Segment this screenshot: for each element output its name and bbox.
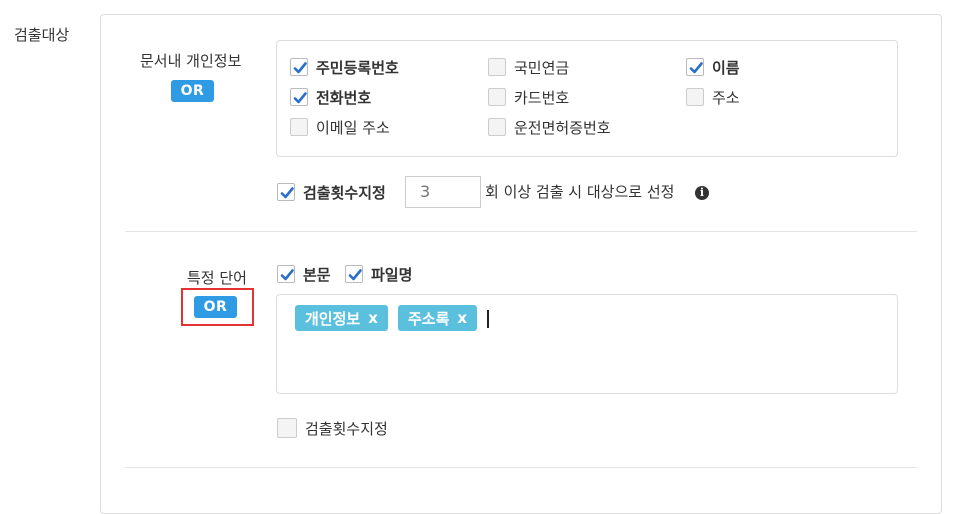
checkbox-label: 이름 — [712, 58, 740, 77]
checkbox-box[interactable] — [686, 88, 704, 106]
tag-remove-button[interactable]: x — [457, 309, 467, 327]
tag-remove-button[interactable]: x — [368, 309, 378, 327]
checkbox-label: 운전면허증번호 — [514, 118, 611, 137]
checkbox-detection-count-words[interactable]: 검출횟수지정 — [277, 418, 388, 438]
checkbox-box[interactable] — [290, 58, 308, 76]
checkbox-box[interactable] — [290, 118, 308, 136]
checkbox-driver-license[interactable]: 운전면허증번호 — [488, 117, 611, 137]
checkbox-email[interactable]: 이메일 주소 — [290, 117, 390, 137]
checkmark-icon — [293, 92, 307, 104]
checkbox-label: 파일명 — [371, 265, 413, 284]
detection-count-input[interactable]: 3 — [405, 176, 481, 208]
keyword-tag-label: 개인정보 — [305, 309, 361, 328]
checkbox-label: 본문 — [303, 265, 331, 284]
checkbox-box[interactable] — [345, 265, 363, 283]
section-divider — [125, 231, 917, 232]
section-divider — [125, 467, 917, 468]
checkbox-label: 카드번호 — [514, 88, 570, 107]
checkbox-resident-number[interactable]: 주민등록번호 — [290, 57, 399, 77]
personal-info-operator-badge[interactable]: OR — [171, 80, 214, 102]
checkmark-icon — [348, 269, 362, 281]
checkbox-address[interactable]: 주소 — [686, 87, 740, 107]
checkmark-icon — [689, 62, 703, 74]
checkbox-label: 주소 — [712, 88, 740, 107]
checkbox-label: 전화번호 — [316, 88, 372, 107]
checkbox-box[interactable] — [290, 88, 308, 106]
checkbox-box[interactable] — [488, 118, 506, 136]
checkmark-icon — [280, 269, 294, 281]
personal-info-label: 문서내 개인정보 — [140, 52, 242, 70]
checkbox-scope-body[interactable]: 본문 — [277, 264, 331, 284]
checkbox-box[interactable] — [277, 183, 295, 201]
checkmark-icon — [280, 187, 294, 199]
text-cursor — [487, 310, 489, 328]
checkbox-detection-count[interactable]: 검출횟수지정 — [277, 182, 386, 202]
checkbox-name[interactable]: 이름 — [686, 57, 740, 77]
checkbox-label: 국민연금 — [514, 58, 570, 77]
checkbox-phone-number[interactable]: 전화번호 — [290, 87, 371, 107]
detection-count-suffix: 회 이상 검출 시 대상으로 선정 — [485, 183, 675, 201]
highlight-box — [181, 288, 254, 326]
checkbox-box[interactable] — [488, 88, 506, 106]
checkbox-scope-filename[interactable]: 파일명 — [345, 264, 412, 284]
checkmark-icon — [293, 62, 307, 74]
keyword-tag-label: 주소록 — [408, 309, 450, 328]
checkbox-box[interactable] — [488, 58, 506, 76]
checkbox-label: 검출횟수지정 — [305, 419, 388, 438]
keyword-tag: 주소록 x — [398, 305, 478, 331]
checkbox-label: 주민등록번호 — [316, 58, 399, 77]
checkbox-box[interactable] — [277, 418, 297, 438]
checkbox-national-pension[interactable]: 국민연금 — [488, 57, 569, 77]
checkbox-box[interactable] — [686, 58, 704, 76]
checkbox-box[interactable] — [277, 265, 295, 283]
checkbox-card-number[interactable]: 카드번호 — [488, 87, 569, 107]
keyword-tag: 개인정보 x — [295, 305, 388, 331]
specific-words-label: 특정 단어 — [187, 269, 247, 287]
checkbox-label: 이메일 주소 — [316, 118, 390, 137]
checkbox-label: 검출횟수지정 — [303, 183, 386, 202]
info-icon[interactable]: i — [695, 186, 709, 200]
section-label: 검출대상 — [14, 26, 70, 44]
